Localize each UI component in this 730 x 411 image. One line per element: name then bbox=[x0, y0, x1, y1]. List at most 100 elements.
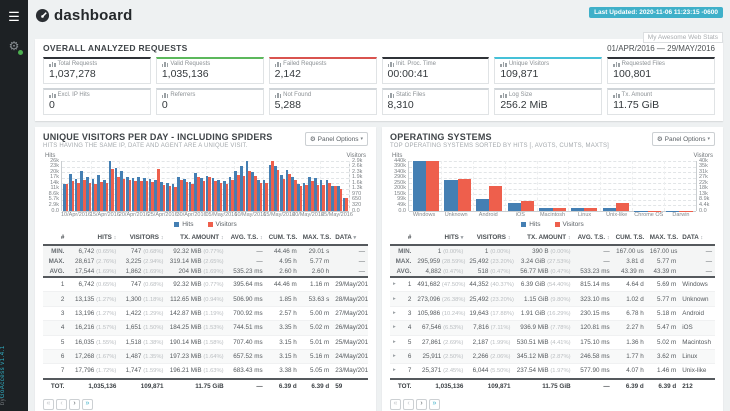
prev-page-button[interactable]: ‹ bbox=[56, 398, 67, 410]
stat-card-value: 109,871 bbox=[500, 68, 539, 80]
last-page-button[interactable]: » bbox=[429, 398, 440, 410]
settings-button[interactable]: ⚙ bbox=[0, 39, 28, 55]
panel-options-button[interactable]: ⚙ Panel Options ▾ bbox=[304, 132, 368, 146]
bar-group[interactable] bbox=[600, 161, 632, 211]
expand-caret-icon[interactable]: ▸ bbox=[393, 310, 396, 316]
stat-card-value: 1,037,278 bbox=[49, 68, 96, 80]
column-header[interactable]: MAX. T.S. ↕ bbox=[646, 232, 680, 246]
last-updated-badge: Last Updated: 2020-11-06 11:23:15 -0600 bbox=[589, 7, 723, 18]
report-name-row: My Awesome Web Stats bbox=[35, 26, 723, 43]
column-header[interactable]: # bbox=[43, 232, 68, 246]
expand-caret-icon[interactable]: ▸ bbox=[393, 339, 396, 345]
hits-bar bbox=[507, 203, 521, 211]
date-range: 01/APR/2016 — 29/MAY/2016 bbox=[607, 44, 715, 53]
bar-group[interactable] bbox=[568, 161, 600, 211]
stat-card-label: Excl. IP Hits bbox=[57, 92, 90, 98]
column-header[interactable]: VISITORS ↕ bbox=[466, 232, 514, 246]
hits-bar bbox=[602, 208, 616, 211]
column-header[interactable]: TX. AMOUNT ↕ bbox=[166, 232, 227, 246]
legend-item-visitors[interactable]: Visitors bbox=[207, 221, 237, 228]
stat-card-value: 256.2 MiB bbox=[500, 99, 548, 111]
next-page-button[interactable]: › bbox=[69, 398, 80, 410]
x-tick-label: 30/Apr/2016 bbox=[176, 212, 207, 218]
column-header[interactable]: CUM. T.S. ↕ bbox=[612, 232, 647, 246]
panel-header: UNIQUE VISITORS PER DAY - INCLUDING SPID… bbox=[43, 132, 368, 149]
menu-toggle-button[interactable]: ☰ bbox=[0, 0, 28, 25]
expand-caret-icon[interactable]: ▸ bbox=[393, 281, 396, 287]
stat-card: Not Found 5,288 bbox=[268, 88, 377, 115]
table-row[interactable]: ▸ 1 491,682 (47.50%) 44,352 (40.37%) 6.39 Gi… bbox=[390, 277, 715, 292]
credit-prefix: by bbox=[0, 397, 6, 405]
bar-group[interactable] bbox=[442, 161, 474, 211]
first-page-button[interactable]: « bbox=[390, 398, 401, 410]
next-page-button[interactable]: › bbox=[416, 398, 427, 410]
column-header[interactable]: # bbox=[390, 232, 415, 246]
unique-visitors-panel: UNIQUE VISITORS PER DAY - INCLUDING SPID… bbox=[35, 127, 376, 411]
x-tick-label: 05/May/2016 bbox=[205, 212, 238, 218]
legend-item-visitors[interactable]: Visitors bbox=[554, 221, 584, 228]
column-header[interactable]: AVG. T.S. ↕ bbox=[226, 232, 266, 246]
legend-swatch-icon bbox=[207, 222, 213, 227]
table-row[interactable]: ▸ 3 105,986 (10.24%) 19,643 (17.88%) 1.91 Gi… bbox=[390, 306, 715, 321]
stat-card-value: 0 bbox=[161, 99, 168, 111]
hits-bar bbox=[475, 198, 490, 211]
table-row[interactable]: ▸ 6 25,911 (2.50%) 2,266 (2.06%) 345.12 MiB … bbox=[390, 349, 715, 364]
bar-group[interactable] bbox=[410, 161, 442, 211]
first-page-button[interactable]: « bbox=[43, 398, 54, 410]
column-header[interactable]: TX. AMOUNT ↕ bbox=[513, 232, 574, 246]
x-tick-label: 10/May/2016 bbox=[234, 212, 267, 218]
bar-chart-icon bbox=[613, 92, 620, 98]
x-tick-label: 25/Apr/2016 bbox=[147, 212, 178, 218]
column-header[interactable]: AVG. T.S. ↕ bbox=[573, 232, 613, 246]
visitors-chart: Hits Visitors 26k 2.9k 23k 2.6k 20k 2.3k 17k 1.9k… bbox=[43, 153, 368, 228]
column-header[interactable]: HITS ↕ bbox=[67, 232, 120, 246]
stat-card-label: Referrers bbox=[170, 92, 196, 98]
bar-group[interactable] bbox=[505, 161, 537, 211]
last-page-button[interactable]: » bbox=[82, 398, 93, 410]
stat-card-label: Not Found bbox=[283, 92, 312, 98]
bar-group[interactable] bbox=[663, 161, 695, 211]
column-header[interactable]: DATA ↕ bbox=[679, 232, 715, 246]
bar-chart-icon bbox=[49, 92, 56, 98]
visitors-bar bbox=[457, 179, 471, 211]
column-header[interactable]: CUM. T.S. ↕ bbox=[265, 232, 300, 246]
x-tick-label: Android bbox=[478, 212, 498, 218]
hits-bar bbox=[570, 208, 585, 211]
bar-chart-icon bbox=[500, 92, 507, 98]
legend-item-hits[interactable]: Hits bbox=[521, 221, 541, 228]
visitors-bar bbox=[552, 208, 566, 211]
app-title-text: dashboard bbox=[54, 7, 133, 24]
table-row[interactable]: ▸ 7 25,371 (2.45%) 6,044 (5.50%) 237.54 MiB … bbox=[390, 364, 715, 379]
stat-card-label: Requested Files bbox=[621, 61, 666, 67]
column-header[interactable]: MAX. T.S. ↕ bbox=[299, 232, 333, 246]
stat-card-label: Total Requests bbox=[57, 61, 98, 67]
bar-chart-icon bbox=[613, 61, 620, 67]
legend-item-hits[interactable]: Hits bbox=[174, 221, 194, 228]
goaccess-dashboard: ☰ ⚙ by GoAccess v1.4.1 dashboard Last Up… bbox=[0, 0, 730, 411]
bar-group[interactable] bbox=[342, 161, 348, 211]
column-header[interactable]: HITS ▾ bbox=[414, 232, 467, 246]
visitors-bar bbox=[425, 161, 440, 211]
bar-group[interactable] bbox=[537, 161, 569, 211]
bar-group[interactable] bbox=[473, 161, 505, 211]
overall-title: OVERALL ANALYZED REQUESTS bbox=[43, 43, 188, 53]
table-row[interactable]: ▸ 2 273,096 (26.38%) 25,492 (23.20%) 1.15 Gi… bbox=[390, 291, 715, 307]
stat-card-value: 1,035,136 bbox=[161, 68, 209, 80]
table-row: 5 16,035 (1.55%) 1,518 (1.38%) 190.14 MiB (… bbox=[43, 335, 368, 350]
bar-group[interactable] bbox=[632, 161, 664, 211]
column-header[interactable]: DATA ▾ bbox=[332, 232, 368, 246]
expand-caret-icon[interactable]: ▸ bbox=[393, 324, 396, 330]
expand-caret-icon[interactable]: ▸ bbox=[393, 367, 396, 373]
x-tick-label: 15/Apr/2016 bbox=[89, 212, 120, 218]
panel-options-button[interactable]: ⚙ Panel Options ▾ bbox=[651, 132, 715, 146]
sort-icon: ▾ bbox=[353, 235, 357, 241]
prev-page-button[interactable]: ‹ bbox=[403, 398, 414, 410]
stat-card-value: 11.75 GiB bbox=[613, 99, 660, 111]
legend-label: Hits bbox=[182, 221, 194, 228]
expand-caret-icon[interactable]: ▸ bbox=[393, 353, 396, 359]
expand-caret-icon[interactable]: ▸ bbox=[393, 296, 396, 302]
column-header[interactable]: VISITORS ↕ bbox=[119, 232, 167, 246]
table-row[interactable]: ▸ 4 67,546 (6.53%) 7,816 (7.11%) 936.9 MiB (… bbox=[390, 320, 715, 335]
chart-legend: Hits Visitors bbox=[43, 221, 368, 228]
table-row[interactable]: ▸ 5 27,861 (2.69%) 2,187 (1.99%) 530.51 MiB … bbox=[390, 335, 715, 350]
